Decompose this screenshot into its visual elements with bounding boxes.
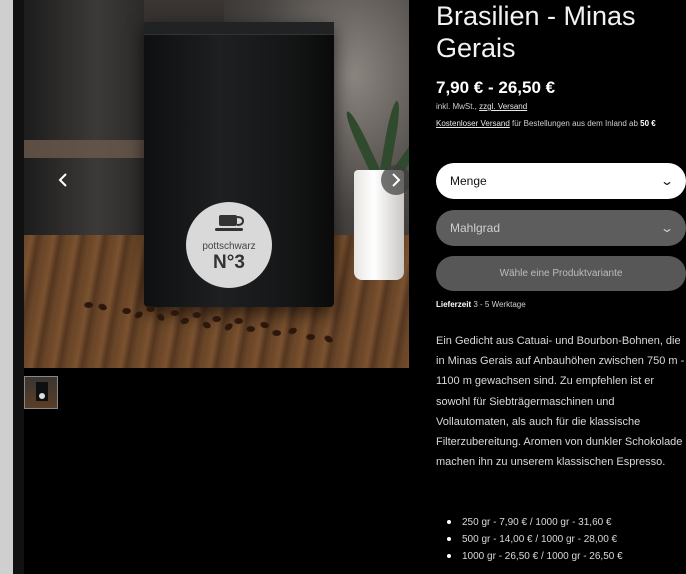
grind-select-label: Mahlgrad bbox=[450, 221, 501, 235]
background-shelf-area bbox=[24, 0, 144, 250]
bag-brand: pottschwarz bbox=[202, 241, 256, 252]
grind-select[interactable]: Mahlgrad ⌄ bbox=[436, 210, 686, 246]
thumbnail-label bbox=[39, 393, 45, 399]
delivery-time: Lieferzeit 3 - 5 Werktage bbox=[436, 300, 526, 309]
coffee-bean bbox=[146, 306, 155, 312]
coffee-bean bbox=[323, 334, 334, 344]
coffee-bag: pottschwarz N°3 bbox=[144, 22, 334, 307]
gallery-thumbnail[interactable] bbox=[24, 376, 58, 409]
coffee-bean bbox=[201, 320, 212, 330]
quantity-select[interactable]: Menge ⌄ bbox=[436, 163, 686, 199]
coffee-bean bbox=[133, 310, 144, 320]
coffee-bean bbox=[122, 308, 131, 314]
shipping-info-link[interactable]: zzgl. Versand bbox=[479, 102, 527, 111]
coffee-bean bbox=[212, 316, 221, 322]
carousel-next-button[interactable] bbox=[381, 165, 409, 195]
free-shipping-info: Kostenloser Versand für Bestellungen aus… bbox=[436, 117, 684, 131]
product-image[interactable]: pottschwarz N°3 bbox=[24, 0, 409, 368]
coffee-bean bbox=[287, 326, 298, 336]
coffee-bean bbox=[97, 302, 108, 312]
coffee-cup-icon bbox=[215, 215, 245, 231]
carousel-prev-button[interactable] bbox=[48, 165, 78, 195]
coffee-bean bbox=[223, 321, 234, 333]
chevron-down-icon: ⌄ bbox=[659, 221, 675, 235]
free-shipping-link[interactable]: Kostenloser Versand bbox=[436, 119, 510, 128]
add-to-cart-button[interactable]: Wähle eine Produktvariante bbox=[436, 256, 686, 291]
delivery-value: 3 - 5 Werktage bbox=[471, 300, 526, 309]
chevron-right-icon bbox=[392, 173, 401, 187]
coffee-bean bbox=[84, 302, 93, 308]
free-shipping-text: für Bestellungen aus dem Inland ab bbox=[509, 119, 641, 128]
quantity-select-label: Menge bbox=[450, 174, 487, 188]
delivery-label: Lieferzeit bbox=[436, 300, 472, 309]
coffee-bean bbox=[170, 310, 179, 316]
coffee-bean bbox=[306, 334, 315, 340]
bag-number: N°3 bbox=[213, 252, 245, 273]
tax-info: inkl. MwSt., zzgl. Versand bbox=[436, 102, 527, 111]
coffee-bean bbox=[234, 318, 243, 324]
background-shelf bbox=[24, 140, 154, 158]
free-shipping-threshold: 50 € bbox=[640, 119, 656, 128]
chevron-down-icon: ⌄ bbox=[659, 174, 675, 188]
coffee-beans bbox=[84, 300, 354, 350]
price-list-item: 500 gr - 14,00 € / 1000 gr - 28,00 € bbox=[436, 531, 686, 548]
price-list-item: 250 gr - 7,90 € / 1000 gr - 31,60 € bbox=[436, 514, 686, 531]
coffee-bean bbox=[272, 330, 281, 336]
coffee-bean bbox=[192, 312, 201, 318]
product-price: 7,90 € - 26,50 € bbox=[436, 78, 556, 97]
chevron-left-icon bbox=[58, 173, 67, 187]
bag-label: pottschwarz N°3 bbox=[186, 202, 272, 288]
tax-prefix: inkl. MwSt., bbox=[436, 102, 477, 111]
page-left-gutter bbox=[13, 0, 24, 574]
coffee-bean bbox=[259, 320, 270, 330]
price-list: 250 gr - 7,90 € / 1000 gr - 31,60 € 500 … bbox=[436, 514, 686, 565]
product-title: Brasilien - Minas Gerais bbox=[436, 1, 636, 63]
price-list-item: 1000 gr - 26,50 € / 1000 gr - 26,50 € bbox=[436, 548, 686, 565]
coffee-bean bbox=[155, 311, 166, 323]
coffee-bean bbox=[179, 316, 190, 326]
page-left-edge bbox=[0, 0, 13, 574]
product-description: Ein Gedicht aus Catuai- und Bourbon-Bohn… bbox=[436, 335, 685, 469]
bag-seal bbox=[144, 22, 334, 35]
coffee-bean bbox=[246, 326, 255, 332]
